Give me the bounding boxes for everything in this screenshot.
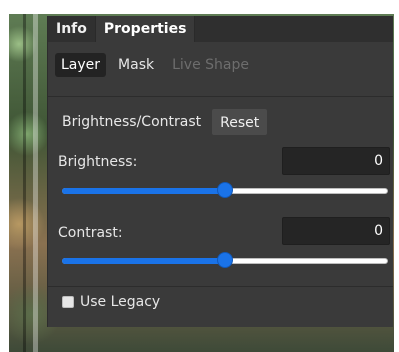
brightness-label: Brightness: xyxy=(58,154,138,170)
brightness-slider-thumb[interactable] xyxy=(217,182,233,198)
subtab-live-shape[interactable]: Live Shape xyxy=(166,53,255,77)
tab-info[interactable]: Info xyxy=(48,16,96,42)
adjustment-title: Brightness/Contrast xyxy=(62,114,202,130)
reset-button[interactable]: Reset xyxy=(211,108,269,136)
contrast-slider-fill xyxy=(62,258,225,264)
brightness-slider[interactable] xyxy=(62,182,388,200)
contrast-label: Contrast: xyxy=(58,225,123,241)
contrast-slider[interactable] xyxy=(62,252,388,270)
divider xyxy=(48,286,393,287)
panel-tabs: Info Properties xyxy=(48,16,393,42)
brightness-slider-fill xyxy=(62,188,225,194)
subtab-layer[interactable]: Layer xyxy=(55,53,107,77)
contrast-value-field[interactable]: 0 xyxy=(282,217,390,245)
contrast-slider-thumb[interactable] xyxy=(217,252,233,268)
use-legacy-label: Use Legacy xyxy=(80,294,161,310)
subtab-mask[interactable]: Mask xyxy=(112,53,160,77)
divider xyxy=(48,96,393,97)
use-legacy-row[interactable]: Use Legacy xyxy=(62,292,160,312)
brightness-value-field[interactable]: 0 xyxy=(282,147,390,175)
adjustment-header: Brightness/Contrast Reset xyxy=(62,108,269,136)
tab-properties[interactable]: Properties xyxy=(95,16,196,42)
use-legacy-checkbox[interactable] xyxy=(62,296,74,308)
properties-panel: Info Properties Layer Mask Live Shape Br… xyxy=(47,16,393,327)
properties-subtabs: Layer Mask Live Shape xyxy=(55,53,255,77)
